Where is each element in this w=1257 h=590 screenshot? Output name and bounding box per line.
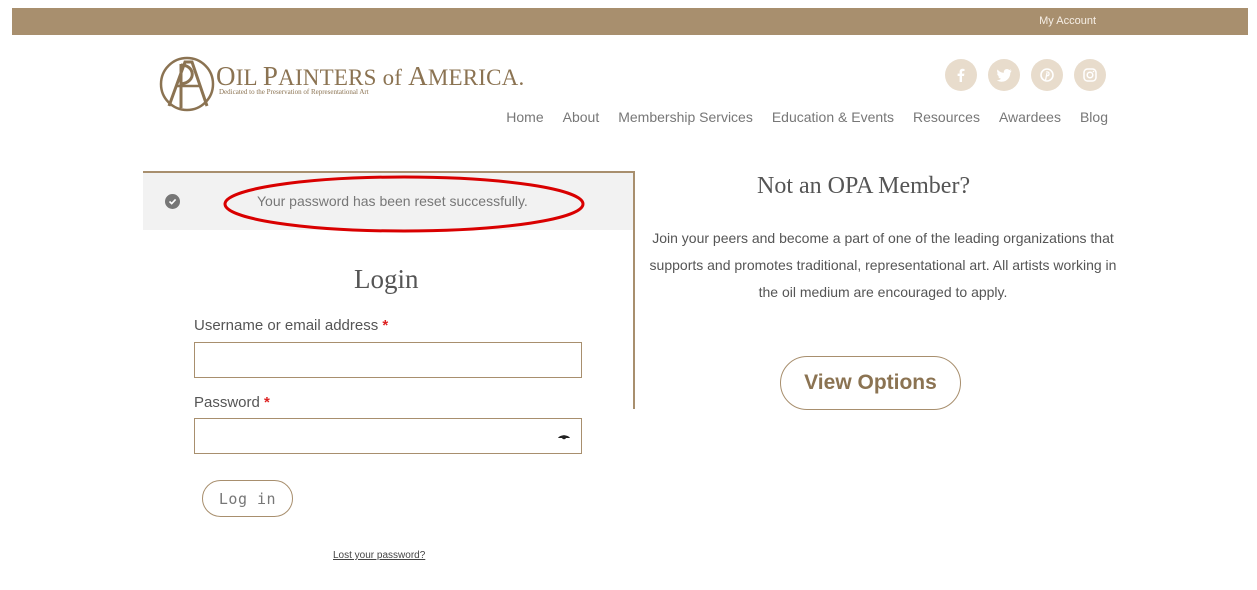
nav-item-education-events[interactable]: Education & Events — [772, 109, 894, 125]
username-label: Username or email address * — [194, 317, 389, 334]
promo-heading: Not an OPA Member? — [757, 173, 971, 199]
twitter-icon[interactable] — [988, 59, 1020, 91]
username-field[interactable] — [194, 342, 582, 378]
check-circle-icon — [165, 194, 180, 209]
view-options-button[interactable]: View Options — [780, 356, 961, 410]
logo-tagline: Dedicated to the Preservation of Represe… — [219, 88, 369, 96]
nav-item-blog[interactable]: Blog — [1080, 109, 1108, 125]
log-in-button[interactable]: Log in — [202, 480, 293, 517]
password-field[interactable] — [194, 418, 582, 454]
my-account-link[interactable]: My Account — [1039, 15, 1096, 27]
instagram-icon[interactable] — [1074, 59, 1106, 91]
required-mark: * — [264, 394, 270, 411]
facebook-icon[interactable] — [945, 59, 977, 91]
nav-item-home[interactable]: Home — [506, 109, 543, 125]
opa-monogram-icon — [159, 56, 215, 112]
main-nav: Home About Membership Services Education… — [506, 109, 1108, 125]
social-links — [945, 59, 1106, 91]
top-bar: My Account — [12, 8, 1248, 35]
nav-item-about[interactable]: About — [563, 109, 600, 125]
nav-item-membership-services[interactable]: Membership Services — [618, 109, 753, 125]
promo-description: Join your peers and become a part of one… — [649, 230, 1117, 300]
nav-item-resources[interactable]: Resources — [913, 109, 980, 125]
red-highlight-ellipse — [223, 175, 585, 233]
lost-password-link[interactable]: Lost your password? — [333, 550, 425, 561]
required-mark: * — [382, 317, 389, 334]
site-logo[interactable]: OIL PAINTERS of AMERICA. Dedicated to th… — [159, 56, 524, 112]
pinterest-icon[interactable] — [1031, 59, 1063, 91]
username-input[interactable] — [195, 343, 581, 377]
password-label: Password * — [194, 394, 270, 411]
password-input[interactable] — [195, 419, 581, 453]
show-password-eye-icon[interactable] — [557, 430, 571, 444]
login-heading: Login — [354, 264, 419, 294]
nav-item-awardees[interactable]: Awardees — [999, 109, 1061, 125]
